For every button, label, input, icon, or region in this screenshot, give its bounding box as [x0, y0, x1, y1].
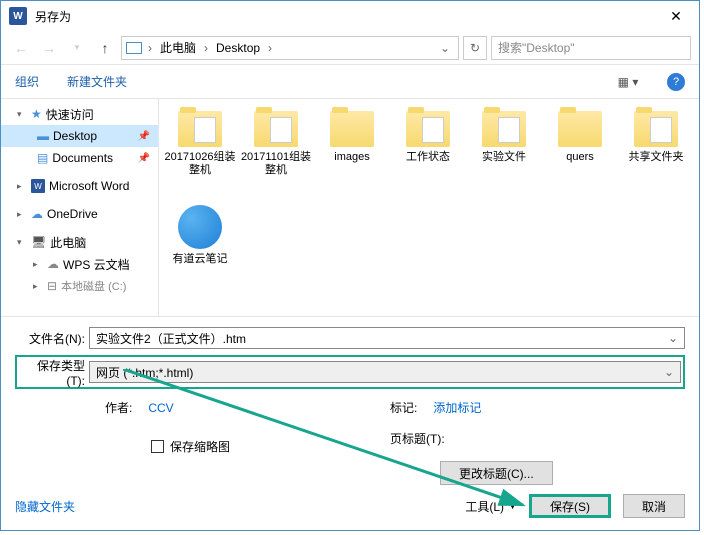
titlebar: W 另存为 ✕ [1, 1, 699, 31]
folder-icon [254, 111, 298, 147]
pc-icon [126, 42, 142, 54]
file-label: 工作状态 [406, 151, 450, 164]
chevron-down-icon[interactable]: ⌄ [664, 365, 674, 379]
dialog-title: 另存为 [35, 8, 71, 25]
hide-folders-link[interactable]: 隐藏文件夹 [15, 498, 75, 515]
file-item[interactable]: 有道云笔记 [163, 201, 237, 293]
breadcrumb-sep: › [266, 41, 274, 55]
help-button[interactable]: ? [667, 73, 685, 91]
file-label: 共享文件夹 [629, 151, 684, 164]
refresh-button[interactable]: ↻ [463, 36, 487, 60]
up-button[interactable]: ↑ [93, 36, 117, 60]
app-icon [178, 205, 222, 249]
author-label: 作者: [105, 399, 145, 416]
filetype-label: 保存类型(T): [19, 357, 89, 388]
filetype-select[interactable]: 网页 (*.htm;*.html)⌄ [89, 361, 681, 383]
word-icon: W [31, 179, 45, 193]
save-as-dialog: W 另存为 ✕ ← → ▾ ↑ › 此电脑 › Desktop › ⌄ ↻ 搜索… [0, 0, 700, 531]
thumbnail-checkbox[interactable]: 保存缩略图 [151, 438, 230, 455]
back-button[interactable]: ← [9, 36, 33, 60]
body: ▾★快速访问 ▬Desktop📌 ▤Documents📌 ▸WMicrosoft… [1, 99, 699, 317]
file-label: 20171101组装整机 [239, 151, 313, 177]
file-item[interactable]: 工作状态 [391, 107, 465, 199]
pin-icon: 📌 [138, 131, 150, 142]
cancel-button[interactable]: 取消 [623, 494, 685, 518]
addr-dropdown[interactable]: ⌄ [436, 41, 454, 55]
checkbox-icon [151, 440, 164, 453]
filename-label: 文件名(N): [15, 330, 89, 347]
meta-row: 作者: CCV 保存缩略图 标记: 添加标记 页标题(T): 更改标题(C)..… [15, 393, 685, 485]
filetype-highlight: 保存类型(T): 网页 (*.htm;*.html)⌄ [15, 355, 685, 389]
sidebar-localdisk[interactable]: ▸⊟本地磁盘 (C:) [1, 275, 158, 297]
chevron-down-icon[interactable]: ⌄ [668, 331, 678, 345]
view-button[interactable]: ▦ ▾ [617, 73, 639, 91]
forward-button[interactable]: → [37, 36, 61, 60]
file-label: 实验文件 [482, 151, 526, 164]
pagetitle-label: 页标题(T): [390, 432, 445, 446]
breadcrumb-sep: › [202, 41, 210, 55]
breadcrumb-pc[interactable]: 此电脑 [158, 39, 198, 56]
button-row: 隐藏文件夹 工具(L)▼ 保存(S) 取消 [1, 494, 699, 518]
file-label: quers [566, 151, 594, 164]
search-input[interactable]: 搜索"Desktop" [491, 36, 691, 60]
tags-label: 标记: [390, 399, 430, 416]
bottom-panel: 文件名(N): 实验文件2（正式文件）.htm⌄ 保存类型(T): 网页 (*.… [1, 317, 699, 485]
breadcrumb-sep: › [146, 41, 154, 55]
sidebar-desktop[interactable]: ▬Desktop📌 [1, 125, 158, 147]
sidebar-onedrive[interactable]: ▸☁OneDrive [1, 203, 158, 225]
file-item[interactable]: 实验文件 [467, 107, 541, 199]
tags-value[interactable]: 添加标记 [433, 401, 481, 415]
file-item[interactable]: quers [543, 107, 617, 199]
breadcrumb-desktop[interactable]: Desktop [214, 41, 262, 55]
word-app-icon: W [9, 7, 27, 25]
file-item[interactable]: 20171026组装整机 [163, 107, 237, 199]
pin-icon: 📌 [138, 153, 150, 164]
filename-input[interactable]: 实验文件2（正式文件）.htm⌄ [89, 327, 685, 349]
file-item[interactable]: 共享文件夹 [619, 107, 693, 199]
sidebar-thispc[interactable]: ▾🖥此电脑 [1, 231, 158, 253]
sidebar-wps[interactable]: ▸☁WPS 云文档 [1, 253, 158, 275]
address-bar[interactable]: › 此电脑 › Desktop › ⌄ [121, 36, 459, 60]
folder-icon [634, 111, 678, 147]
folder-icon [558, 111, 602, 147]
file-label: 有道云笔记 [173, 253, 228, 266]
toolbar: 组织 新建文件夹 ▦ ▾ ? [1, 65, 699, 99]
folder-icon [482, 111, 526, 147]
folder-icon [178, 111, 222, 147]
save-button[interactable]: 保存(S) [529, 494, 611, 518]
change-title-button[interactable]: 更改标题(C)... [440, 461, 553, 485]
author-value[interactable]: CCV [148, 401, 173, 415]
nav-bar: ← → ▾ ↑ › 此电脑 › Desktop › ⌄ ↻ 搜索"Desktop… [1, 31, 699, 65]
close-button[interactable]: ✕ [661, 6, 691, 26]
file-item[interactable]: 20171101组装整机 [239, 107, 313, 199]
history-dropdown[interactable]: ▾ [65, 36, 89, 60]
filetype-row: 保存类型(T): 网页 (*.htm;*.html)⌄ [19, 359, 681, 385]
sidebar-documents[interactable]: ▤Documents📌 [1, 147, 158, 169]
folder-icon [330, 111, 374, 147]
file-list: 20171026组装整机20171101组装整机 images 工作状态 实验文件 qu… [159, 99, 699, 316]
sidebar-word[interactable]: ▸WMicrosoft Word [1, 175, 158, 197]
sidebar-quick-access[interactable]: ▾★快速访问 [1, 103, 158, 125]
sidebar: ▾★快速访问 ▬Desktop📌 ▤Documents📌 ▸WMicrosoft… [1, 99, 159, 316]
folder-icon [406, 111, 450, 147]
file-label: 20171026组装整机 [163, 151, 237, 177]
tools-menu[interactable]: 工具(L)▼ [465, 498, 517, 515]
file-item[interactable]: images [315, 107, 389, 199]
filename-row: 文件名(N): 实验文件2（正式文件）.htm⌄ [15, 325, 685, 351]
organize-menu[interactable]: 组织 [15, 73, 39, 90]
new-folder-button[interactable]: 新建文件夹 [67, 73, 127, 90]
file-label: images [334, 151, 369, 164]
